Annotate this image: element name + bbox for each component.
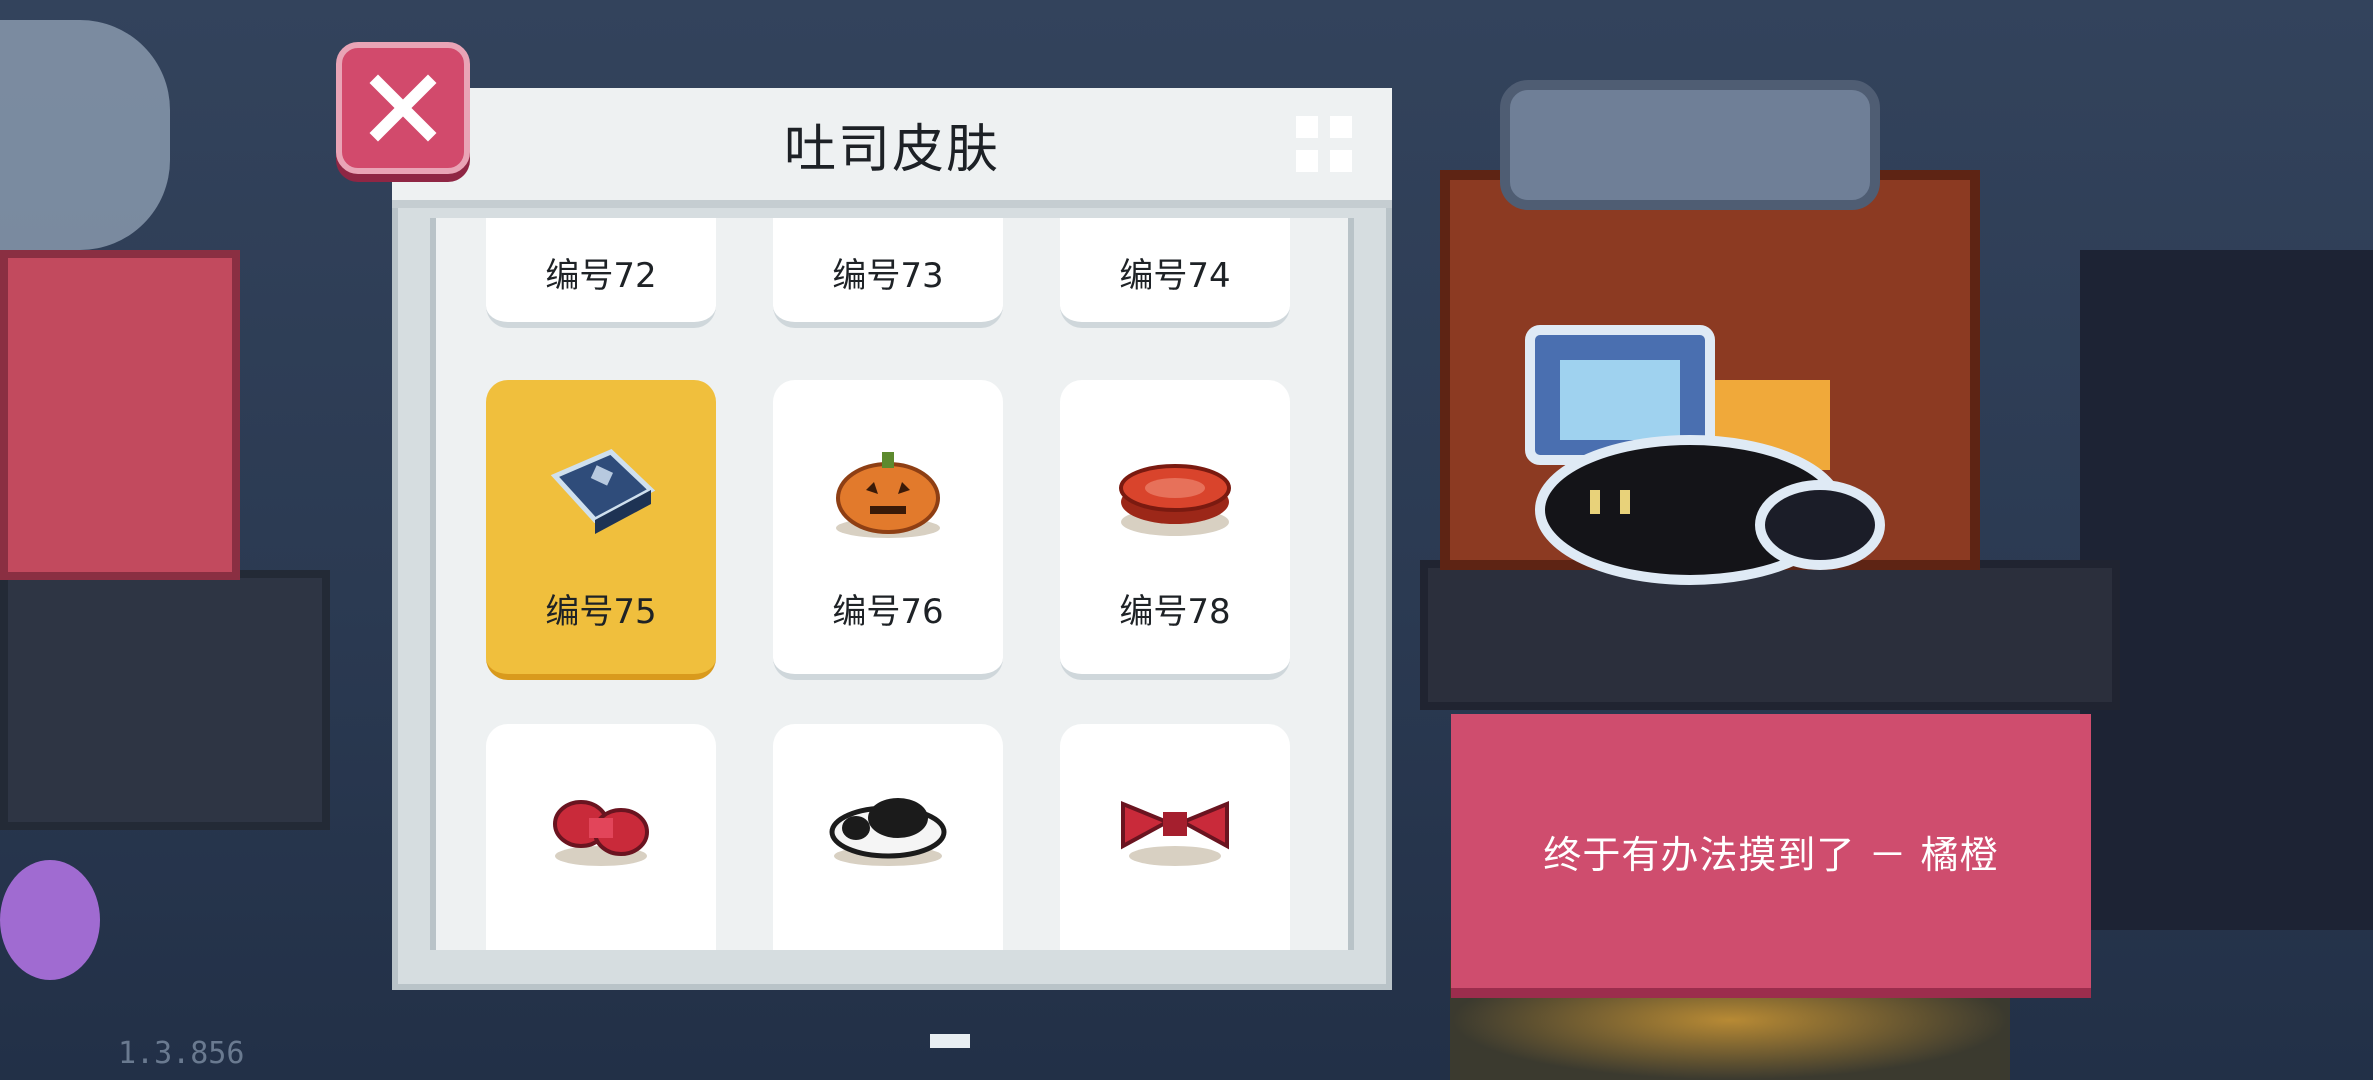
dialog-header: 吐司皮肤 [392,88,1392,208]
black-cat-character [1525,325,1885,585]
skin-card-label: 编号75 [545,592,657,632]
game-scene: 吐司皮肤 编号72 编号73 编号74 编号75 编号76 编号78 终于有办法… [0,0,2373,1080]
skin-card-bow[interactable] [486,724,716,950]
skin-card-label: 编号73 [832,256,944,296]
mooncake-toast-icon [1119,464,1231,536]
skin-card-76[interactable]: 编号76 [773,380,1003,680]
blue-book-toast-icon [550,449,656,534]
cat-eye [1590,490,1600,514]
background-left-machine [0,250,240,580]
skin-card-75[interactable]: 编号75 [486,380,716,680]
red-bow-ribbon-icon [553,800,649,866]
skin-card-cat[interactable] [773,724,1003,950]
skin-card-73[interactable]: 编号73 [773,218,1003,328]
skin-card-label: 编号72 [545,256,657,296]
background-right-dark [2080,250,2373,930]
dialog-title: 吐司皮肤 [783,119,1000,180]
background-left-shelf [0,570,330,830]
version-label: 1.3.856 [118,1036,245,1071]
speech-text: 终于有办法摸到了 － 橘橙 [1543,832,1999,877]
cat-tail [1755,480,1885,570]
skin-card-label: 编号76 [832,592,944,632]
black-white-cat-toast-icon [829,798,947,866]
skin-card-72[interactable]: 编号72 [486,218,716,328]
pumpkin-toast-icon [836,452,940,538]
skin-card-label: 编号78 [1119,592,1231,632]
skin-card-bowtie[interactable] [1060,724,1290,950]
close-button[interactable] [336,42,470,174]
skin-card-label: 编号74 [1119,256,1231,296]
red-bowtie-icon [1121,801,1229,866]
background-left-dome [0,20,170,250]
background-purple-orb [0,860,100,980]
skin-card-74[interactable]: 编号74 [1060,218,1290,328]
close-icon [369,74,437,142]
cat-eye [1620,490,1630,514]
skin-grid[interactable]: 编号72 编号73 编号74 编号75 编号76 编号78 [430,218,1354,950]
skin-card-78[interactable]: 编号78 [1060,380,1290,680]
scroll-indicator [930,1034,970,1048]
grid-icon [1296,116,1356,176]
speech-panel[interactable]: 终于有办法摸到了 － 橘橙 [1451,714,2091,988]
background-hood [1500,80,1880,210]
toast-box-glass [1560,360,1680,440]
